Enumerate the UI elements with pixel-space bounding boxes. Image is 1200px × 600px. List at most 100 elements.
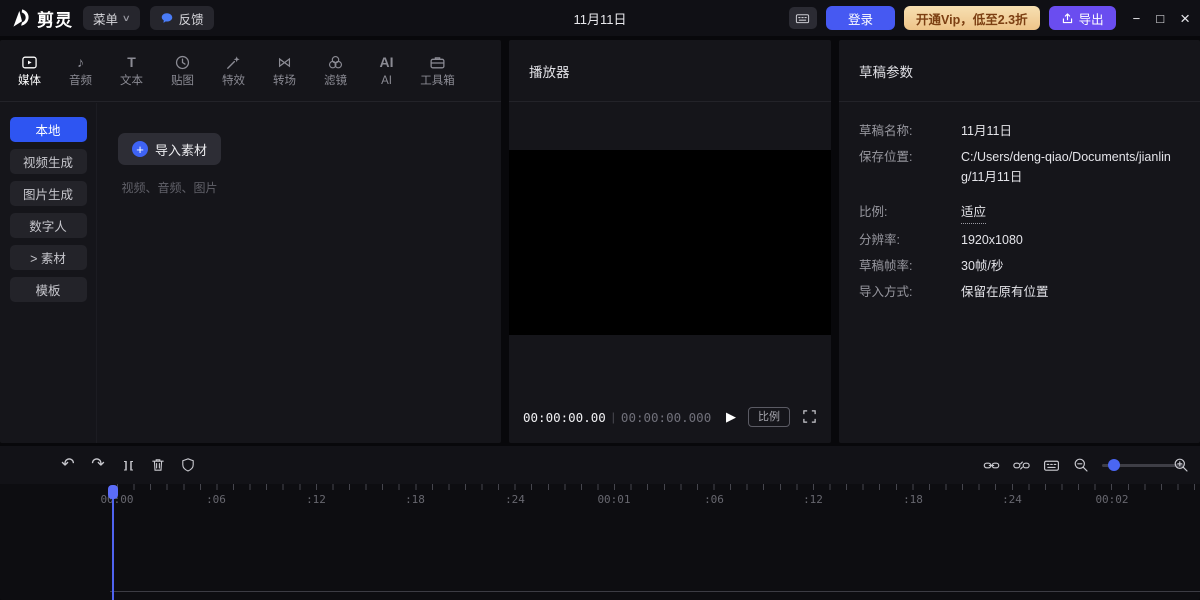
param-row-import-mode: 导入方式: 保留在原有位置: [859, 283, 1180, 302]
ruler-label: :12: [306, 493, 326, 506]
ruler-label: :18: [405, 493, 425, 506]
player-controls-right: ▶ 比例: [726, 407, 817, 427]
ruler-label: :18: [903, 493, 923, 506]
draft-params-title: 草稿参数: [839, 40, 1200, 102]
close-button[interactable]: ×: [1180, 10, 1190, 27]
export-button-label: 导出: [1079, 9, 1104, 28]
zoom-slider-knob[interactable]: [1108, 459, 1120, 471]
app-logo: 剪灵: [10, 6, 73, 31]
timeline-tracks[interactable]: 00:00 :06 :12 :18 :24 00:01 :06 :12 :18 …: [0, 484, 1200, 600]
delete-icon[interactable]: [145, 453, 171, 477]
play-button[interactable]: ▶: [726, 410, 736, 423]
import-button-label: 导入素材: [155, 140, 207, 159]
tab-label: 文本: [120, 76, 143, 88]
tab-filter[interactable]: 滤镜: [310, 54, 361, 88]
sidebar-item-assets[interactable]: > 素材: [10, 245, 87, 270]
vip-button[interactable]: 开通Vip，低至2.3折: [904, 6, 1040, 30]
ai-icon: AI: [380, 54, 394, 71]
toolbox-icon: [429, 54, 446, 71]
ruler-label: :12: [803, 493, 823, 506]
playhead-handle[interactable]: [108, 485, 118, 499]
draft-params-body: 草稿名称: 11月11日 保存位置: C:/Users/deng-qiao/Do…: [839, 102, 1200, 303]
feedback-button-label: 反馈: [179, 9, 204, 28]
video-preview[interactable]: [509, 150, 831, 335]
import-media-button[interactable]: + 导入素材: [118, 133, 221, 165]
media-sidebar: 本地 视频生成 图片生成 数字人 > 素材 模板: [0, 103, 97, 443]
tab-label: AI: [381, 76, 392, 88]
param-row-resolution: 分辨率: 1920x1080: [859, 231, 1180, 250]
ruler-label: 00:02: [1095, 493, 1128, 506]
fullscreen-icon[interactable]: [802, 409, 817, 424]
param-value-ratio-dropdown[interactable]: 适应: [961, 203, 986, 223]
menu-button[interactable]: 菜单 ∨: [83, 6, 140, 30]
redo-icon[interactable]: ↷: [85, 453, 111, 477]
zoom-out-icon[interactable]: [1068, 453, 1094, 477]
sidebar-item-video-gen[interactable]: 视频生成: [10, 149, 87, 174]
split-icon[interactable]: ][: [115, 453, 141, 477]
sidebar-item-local[interactable]: 本地: [10, 117, 87, 142]
ruler-label: :06: [206, 493, 226, 506]
ruler-label: 00:01: [597, 493, 630, 506]
timeline-toolbar: ↶ ↷ ][: [0, 446, 1200, 484]
ruler-label: :24: [1002, 493, 1022, 506]
param-row-save-location: 保存位置: C:/Users/deng-qiao/Documents/jianl…: [859, 148, 1180, 187]
tab-audio[interactable]: ♪ 音频: [55, 54, 106, 88]
current-time: 00:00:00.00: [523, 410, 606, 425]
param-label: 分辨率:: [859, 231, 961, 250]
playhead-line: [112, 497, 114, 600]
zoom-in-icon[interactable]: [1168, 453, 1194, 477]
tab-ai[interactable]: AI AI: [361, 54, 412, 88]
unlink-icon[interactable]: [1008, 453, 1034, 477]
player-title: 播放器: [509, 40, 831, 102]
player-controls: 00:00:00.00 | 00:00:00.000 ▶ 比例: [509, 403, 831, 431]
transition-icon: ⋈: [278, 54, 292, 71]
menu-button-label: 菜单: [93, 9, 118, 28]
tab-transition[interactable]: ⋈ 转场: [259, 54, 310, 88]
maximize-button[interactable]: □: [1156, 12, 1164, 25]
export-button[interactable]: 导出: [1049, 6, 1116, 30]
audio-icon: ♪: [77, 54, 84, 71]
import-subtitle: 视频、音频、图片: [122, 179, 218, 196]
sticker-icon: [174, 54, 191, 71]
total-duration: 00:00:00.000: [621, 410, 711, 425]
ruler-label: :06: [704, 493, 724, 506]
link-icon[interactable]: [978, 453, 1004, 477]
sidebar-item-image-gen[interactable]: 图片生成: [10, 181, 87, 206]
media-tabs: 媒体 ♪ 音频 T 文本 贴图 特效: [0, 40, 501, 102]
window-controls: − □ ×: [1133, 10, 1190, 27]
player-panel: 播放器 00:00:00.00 | 00:00:00.000 ▶ 比例: [509, 40, 831, 443]
tab-effects[interactable]: 特效: [208, 54, 259, 88]
feedback-button[interactable]: 反馈: [150, 6, 214, 30]
effects-icon: [225, 54, 242, 71]
shortcut-keyboard-button[interactable]: [789, 7, 817, 29]
tab-media[interactable]: 媒体: [4, 54, 55, 88]
topbar: 剪灵 菜单 ∨ 反馈 11月11日 登录 开通Vip，低至2.3折 导出: [0, 0, 1200, 36]
track-divider: [110, 591, 1200, 592]
sidebar-item-templates[interactable]: 模板: [10, 277, 87, 302]
login-button[interactable]: 登录: [826, 6, 895, 30]
mask-shield-icon[interactable]: [175, 453, 201, 477]
param-value: 1920x1080: [961, 231, 1023, 250]
minimize-button[interactable]: −: [1133, 12, 1141, 25]
text-icon: T: [127, 54, 136, 71]
ratio-button[interactable]: 比例: [748, 407, 790, 427]
topbar-right: 登录 开通Vip，低至2.3折 导出 − □ ×: [789, 6, 1190, 30]
param-label: 比例:: [859, 203, 961, 223]
tab-sticker[interactable]: 贴图: [157, 54, 208, 88]
tab-label: 工具箱: [420, 76, 455, 88]
app-logo-text: 剪灵: [37, 6, 73, 31]
import-area: + 导入素材 视频、音频、图片: [118, 133, 221, 196]
feedback-icon: [160, 11, 174, 25]
draft-params-panel: 草稿参数 草稿名称: 11月11日 保存位置: C:/Users/deng-qi…: [839, 40, 1200, 443]
export-icon: [1061, 12, 1074, 25]
timeline-panel: ↶ ↷ ][: [0, 446, 1200, 600]
plus-icon: +: [132, 141, 148, 157]
preview-axis-icon[interactable]: [1038, 453, 1064, 477]
tab-toolbox[interactable]: 工具箱: [412, 54, 463, 88]
sidebar-item-digital-human[interactable]: 数字人: [10, 213, 87, 238]
tab-text[interactable]: T 文本: [106, 54, 157, 88]
undo-icon[interactable]: ↶: [55, 453, 81, 477]
param-row-draft-name: 草稿名称: 11月11日: [859, 122, 1180, 141]
param-label: 草稿名称:: [859, 122, 961, 141]
app-window: 剪灵 菜单 ∨ 反馈 11月11日 登录 开通Vip，低至2.3折 导出: [0, 0, 1200, 600]
